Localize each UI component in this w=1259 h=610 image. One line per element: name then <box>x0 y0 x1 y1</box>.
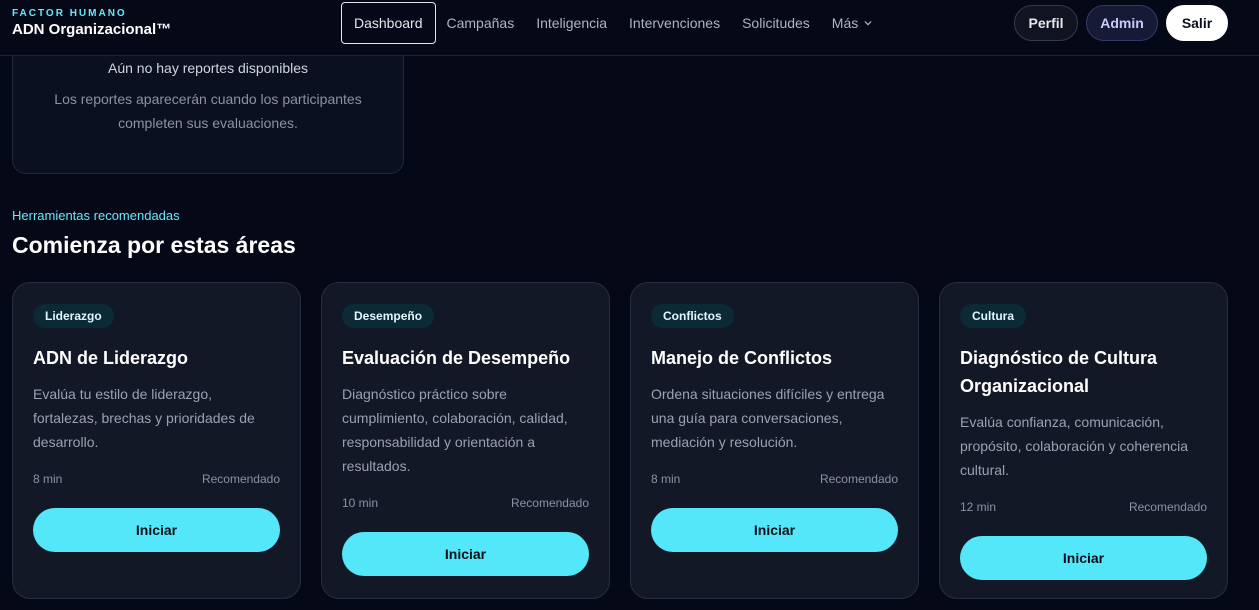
nav-item-inteligencia[interactable]: Inteligencia <box>525 2 618 44</box>
brand[interactable]: FACTOR HUMANO ADN Organizacional™ <box>12 8 171 40</box>
recommended-label: Recomendado <box>201 472 280 486</box>
card-meta: 10 min Recomendado <box>342 496 589 512</box>
header-actions: Perfil Admin Salir <box>1014 5 1228 41</box>
perfil-button[interactable]: Perfil <box>1014 5 1078 41</box>
duration-label: 10 min <box>342 496 379 510</box>
card-meta: 8 min Recomendado <box>651 472 898 488</box>
nav-item-intervenciones[interactable]: Intervenciones <box>618 2 731 44</box>
tool-card-desempeno: Desempeño Evaluación de Desempeño Diagnó… <box>321 282 610 599</box>
card-title: ADN de Liderazgo <box>33 348 189 368</box>
recommended-label: Recomendado <box>1128 500 1207 514</box>
tag-badge: Conflictos <box>651 304 734 328</box>
card-description: Evalúa confianza, comunicación, propósit… <box>960 414 1189 478</box>
nav-item-mas[interactable]: Más <box>821 2 883 44</box>
card-description: Ordena situaciones difíciles y entrega u… <box>651 386 885 450</box>
card-description: Diagnóstico práctico sobre cumplimiento,… <box>342 386 568 474</box>
card-title: Evaluación de Desempeño <box>342 348 571 368</box>
tag-badge: Liderazgo <box>33 304 114 328</box>
tool-card-liderazgo: Liderazgo ADN de Liderazgo Evalúa tu est… <box>12 282 301 599</box>
chevron-down-icon <box>864 21 872 26</box>
card-title: Manejo de Conflictos <box>651 348 833 368</box>
card-meta: 8 min Recomendado <box>33 472 280 488</box>
start-button[interactable]: Iniciar <box>33 508 280 552</box>
tool-card-cultura: Cultura Diagnóstico de Cultura Organizac… <box>939 282 1228 599</box>
duration-label: 8 min <box>651 472 681 486</box>
admin-button[interactable]: Admin <box>1086 5 1158 41</box>
card-description: Evalúa tu estilo de liderazgo, fortaleza… <box>33 386 255 450</box>
main-nav: Dashboard Campañas Inteligencia Interven… <box>341 2 883 44</box>
start-button[interactable]: Iniciar <box>651 508 898 552</box>
nav-item-solicitudes[interactable]: Solicitudes <box>731 2 821 44</box>
brand-title: ADN Organizacional™ <box>12 21 172 38</box>
tool-card-conflictos: Conflictos Manejo de Conflictos Ordena s… <box>630 282 919 599</box>
nav-item-campanas[interactable]: Campañas <box>436 2 526 44</box>
top-navbar: FACTOR HUMANO ADN Organizacional™ Dashbo… <box>0 0 1259 56</box>
salir-button[interactable]: Salir <box>1166 5 1228 41</box>
start-button[interactable]: Iniciar <box>960 536 1207 580</box>
section-title: Comienza por estas áreas <box>12 232 296 258</box>
reports-empty-title: Aún no hay reportes disponibles <box>107 60 309 76</box>
tag-badge: Desempeño <box>342 304 435 328</box>
recommended-label: Recomendado <box>510 496 589 510</box>
brand-kicker: FACTOR HUMANO <box>12 8 127 19</box>
start-button[interactable]: Iniciar <box>342 532 589 576</box>
nav-item-dashboard[interactable]: Dashboard <box>341 2 436 44</box>
card-meta: 12 min Recomendado <box>960 500 1207 516</box>
card-title: Diagnóstico de Cultura Organizacional <box>960 348 1158 396</box>
reports-empty-text: Los reportes aparecerán cuando los parti… <box>54 91 362 131</box>
recommended-label: Recomendado <box>819 472 898 486</box>
duration-label: 12 min <box>960 500 997 514</box>
duration-label: 8 min <box>33 472 63 486</box>
section-kicker: Herramientas recomendadas <box>12 208 180 223</box>
tag-badge: Cultura <box>960 304 1026 328</box>
nav-item-mas-label: Más <box>831 15 859 31</box>
